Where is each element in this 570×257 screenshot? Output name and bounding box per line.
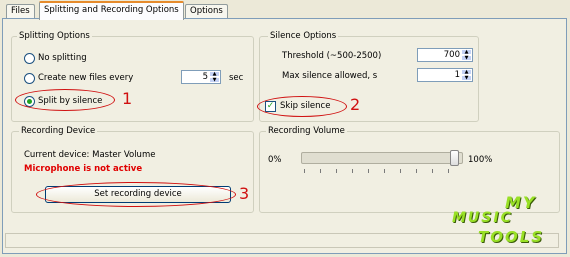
current-device-text: Current device: Master Volume [24,150,156,160]
max-silence-value: 1 [454,70,460,80]
status-bar [5,233,559,248]
annotation-ellipse-3 [36,182,236,207]
annotation-number-1: 1 [122,89,133,108]
annotation-number-2: 2 [350,95,361,114]
volume-tick-4 [368,169,369,173]
split-interval-down[interactable]: ▼ [209,77,220,83]
volume-tick-1 [320,169,321,173]
no-splitting-label: No splitting [38,53,87,63]
max-silence-down[interactable]: ▼ [461,75,472,81]
max-silence-stepper[interactable]: 1 ▲ ▼ [417,68,473,82]
volume-tick-8 [432,169,433,173]
split-interval-stepper[interactable]: 5 ▲ ▼ [181,70,221,84]
microphone-warning: Microphone is not active [24,164,143,174]
splitting-options-legend: Splitting Options [17,31,92,41]
recording-volume-legend: Recording Volume [266,126,347,136]
logo-line-2: MUSIC [452,210,513,226]
volume-tick-6 [400,169,401,173]
volume-tick-2 [336,169,337,173]
volume-tick-0 [304,169,305,173]
threshold-value: 700 [443,50,460,60]
tab-splitting-recording[interactable]: Splitting and Recording Options [39,1,184,20]
volume-slider-thumb[interactable] [450,150,459,166]
radio-no-splitting[interactable] [24,53,35,64]
tab-files[interactable]: Files [6,4,35,18]
threshold-label: Threshold (~500-2500) [282,51,382,61]
logo-line-3: TOOLS [478,228,545,246]
volume-slider-track[interactable] [301,152,463,164]
volume-tick-5 [384,169,385,173]
threshold-down[interactable]: ▼ [461,55,472,61]
silence-options-legend: Silence Options [268,31,339,41]
volume-max-label: 100% [468,155,493,165]
max-silence-label: Max silence allowed, s [282,71,378,81]
annotation-number-3: 3 [239,184,250,203]
volume-tick-7 [416,169,417,173]
annotation-ellipse-2 [257,96,347,117]
annotation-ellipse-1 [15,89,115,111]
threshold-stepper[interactable]: 700 ▲ ▼ [417,48,473,62]
create-new-files-label: Create new files every [38,73,134,83]
volume-tick-9 [448,169,449,173]
split-interval-value: 5 [202,72,208,82]
recording-device-legend: Recording Device [19,126,98,136]
radio-create-new-files[interactable] [24,73,35,84]
tab-options[interactable]: Options [185,4,228,18]
volume-min-label: 0% [268,155,282,165]
volume-tick-3 [352,169,353,173]
split-interval-unit: sec [229,73,244,83]
